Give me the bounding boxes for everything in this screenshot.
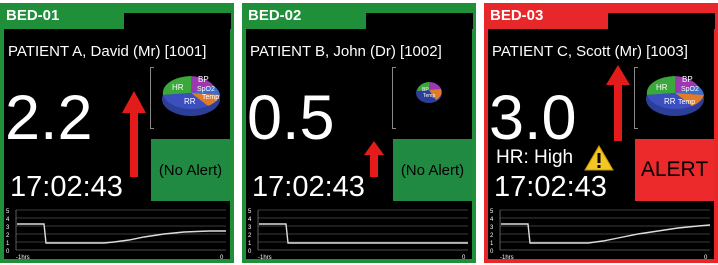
pie-label-rr: RR [664, 97, 676, 106]
svg-text:0: 0 [6, 249, 10, 255]
svg-text:3: 3 [490, 225, 494, 231]
svg-text:-1hrs: -1hrs [258, 255, 272, 261]
trend-graph: 5 4 3 2 1 0 -1hrs 0 [490, 209, 711, 261]
pie-label-temp: Temp [423, 93, 435, 99]
svg-text:0: 0 [248, 249, 252, 255]
alert-button[interactable]: (No Alert) [151, 139, 230, 201]
svg-text:5: 5 [6, 209, 10, 215]
timestamp: 17:02:43 [252, 171, 365, 203]
pie-label-bp: BP [198, 75, 209, 84]
patient-name: PATIENT B, John (Dr) [1002] [250, 43, 442, 60]
alert-button[interactable]: (No Alert) [393, 139, 472, 201]
svg-text:2: 2 [6, 233, 10, 239]
patient-name: PATIENT A, David (Mr) [1001] [8, 43, 207, 60]
trend-graph: 5 4 3 2 1 0 -1hrs 0 [248, 209, 468, 261]
timestamp: 17:02:43 [10, 171, 123, 203]
svg-text:-1hrs: -1hrs [500, 255, 514, 261]
svg-text:2: 2 [490, 233, 494, 239]
up-arrow-icon [122, 91, 146, 177]
vitals-pie-chart-icon: BP Temp [416, 82, 442, 103]
vitals-pie-chart-icon: HR BP SpO2 RR Temp [646, 75, 704, 116]
svg-text:4: 4 [6, 217, 10, 223]
pie-label-spo2: SpO2 [681, 86, 699, 93]
bed-label: BED-03 [490, 7, 544, 24]
bed-label: BED-02 [248, 7, 302, 24]
svg-text:4: 4 [490, 217, 494, 223]
score-value: 0.5 [247, 83, 335, 153]
pie-label-spo2: SpO2 [197, 86, 215, 93]
up-arrow-icon [364, 141, 384, 177]
vitals-pie-chart-icon: HR BP SpO2 RR Temp [162, 75, 220, 116]
pie-label-bp: BP [682, 75, 693, 84]
pie-label-rr: RR [184, 97, 196, 106]
svg-text:0: 0 [490, 249, 494, 255]
bed-panel-3[interactable]: BED-03 PATIENT C, Scott (Mr) [1003] 3.0 … [484, 3, 718, 263]
patient-name: PATIENT C, Scott (Mr) [1003] [492, 43, 688, 60]
svg-text:4: 4 [248, 217, 252, 223]
svg-text:3: 3 [248, 225, 252, 231]
up-arrow-icon [606, 65, 630, 141]
svg-text:0: 0 [704, 255, 708, 261]
svg-text:1: 1 [490, 241, 494, 247]
pie-label-temp: Temp [202, 94, 219, 101]
bed-label: BED-01 [6, 7, 60, 24]
bed-panel-1[interactable]: BED-01 PATIENT A, David (Mr) [1001] 2.2 … [0, 3, 234, 263]
pie-label-temp: Temp [678, 99, 695, 106]
score-value: 3.0 [489, 83, 577, 153]
svg-text:5: 5 [248, 209, 252, 215]
score-value: 2.2 [5, 83, 93, 153]
svg-text:2: 2 [248, 233, 252, 239]
svg-text:3: 3 [6, 225, 10, 231]
hr-status-text: HR: High [496, 147, 574, 168]
svg-text:0: 0 [220, 255, 224, 261]
alert-button[interactable]: ALERT [635, 139, 714, 201]
pie-label-hr: HR [172, 83, 184, 92]
svg-text:1: 1 [6, 241, 10, 247]
svg-text:0: 0 [462, 255, 466, 261]
bed-panel-2[interactable]: BED-02 PATIENT B, John (Dr) [1002] 0.5 B… [242, 3, 476, 263]
svg-text:1: 1 [248, 241, 252, 247]
svg-text:-1hrs: -1hrs [16, 255, 30, 261]
alert-label: (No Alert) [158, 161, 223, 179]
svg-text:5: 5 [490, 209, 494, 215]
alert-label: ALERT [640, 158, 709, 181]
trend-graph: 5 4 3 2 1 0 -1hrs 0 [6, 209, 226, 261]
warning-icon [584, 145, 614, 171]
alert-label: (No Alert) [400, 161, 465, 179]
timestamp: 17:02:43 [494, 171, 607, 203]
pie-label-hr: HR [656, 83, 668, 92]
